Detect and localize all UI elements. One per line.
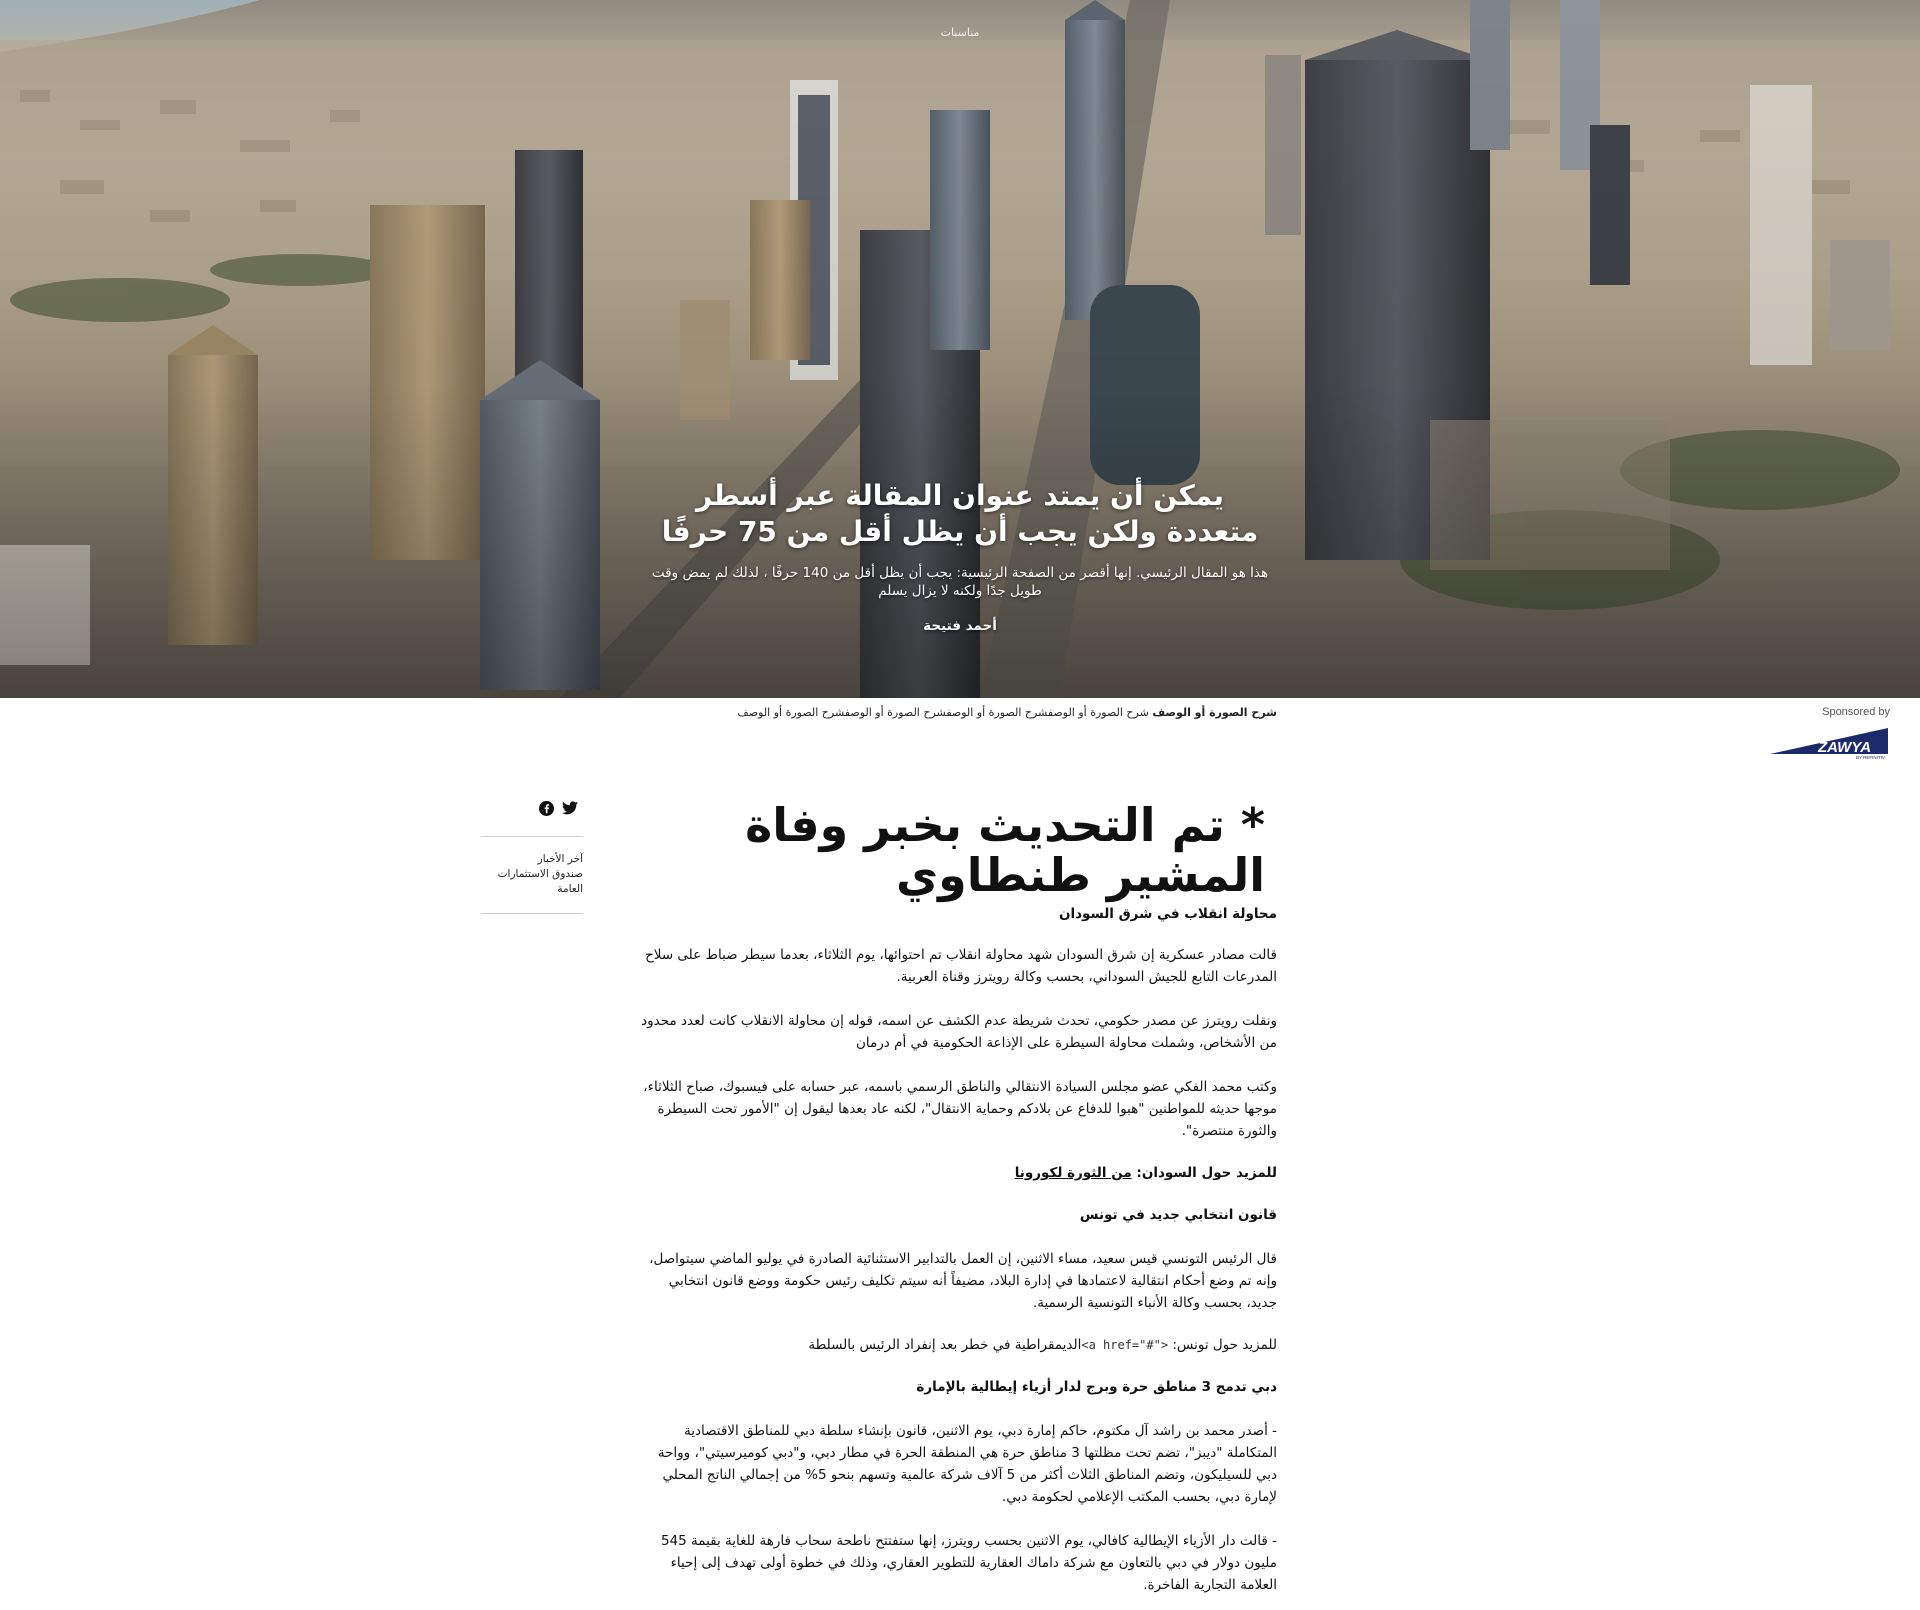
svg-text:ZAWYA: ZAWYA: [1817, 739, 1871, 756]
hero-author[interactable]: أحمد فتيحة: [640, 618, 1280, 634]
article-body: * تم التحديث بخبر وفاة المشير طنطاوي محا…: [640, 800, 1277, 1596]
more-label: للمزيد حول تونس:: [1168, 1337, 1277, 1353]
article-paragraph: ونقلت رويترز عن مصدر حكومي، تحدث شريطة ع…: [641, 1013, 1277, 1051]
tag-link-pif[interactable]: صندوق الاستثمارات العامة: [481, 867, 583, 897]
share-buttons: [538, 800, 578, 816]
article-paragraph: - أصدر محمد بن راشد آل مكتوم، حاكم إمارة…: [657, 1423, 1277, 1505]
section-heading-tunisia: قانون انتخابي جديد في تونس: [1079, 1207, 1277, 1223]
article-subheading: محاولة انقلاب في شرق السودان: [1058, 906, 1277, 922]
hero-image: مناسبات يمكن أن يمتد عنوان المقالة عبر أ…: [0, 0, 1920, 698]
hero-title[interactable]: يمكن أن يمتد عنوان المقالة عبر أسطر متعد…: [640, 478, 1280, 550]
more-about-tunisia: للمزيد حول تونس: <a href="#">الديمقراطية…: [640, 1334, 1277, 1356]
sponsor-block: Sponsored by ZAWYA BY REFINITIV: [1760, 706, 1890, 764]
section-heading-dubai: دبي تدمج 3 مناطق حرة وبرج لدار أزياء إيط…: [916, 1379, 1277, 1395]
hero-dek: هذا هو المقال الرئيسي. إنها أقصر من الصف…: [651, 565, 1269, 599]
zawya-logo[interactable]: ZAWYA BY REFINITIV: [1760, 724, 1890, 764]
sponsor-label: Sponsored by: [1822, 706, 1890, 718]
article-paragraph: قالت مصادر عسكرية إن شرق السودان شهد محا…: [645, 947, 1277, 985]
image-caption: شرح الصورة أو الوصف شرح الصورة أو الوصفش…: [560, 706, 1277, 719]
caption-bold: شرح الصورة أو الوصف: [1152, 706, 1277, 719]
article-paragraph: قال الرئيس التونسي قيس سعيد، مساء الاثني…: [649, 1251, 1277, 1311]
zawya-logo-icon: ZAWYA BY REFINITIV: [1770, 728, 1888, 760]
tag-link-latest-news[interactable]: آخر الأخبار: [481, 852, 583, 867]
article-title: * تم التحديث بخبر وفاة المشير طنطاوي: [745, 798, 1265, 902]
facebook-icon[interactable]: [538, 800, 554, 816]
svg-text:BY REFINITIV: BY REFINITIV: [1856, 755, 1885, 760]
article-paragraph: وكتب محمد الفكي عضو مجلس السيادة الانتقا…: [643, 1079, 1277, 1139]
raw-markup-text: <a href="#">: [1081, 1338, 1169, 1352]
hero-text-block: يمكن أن يمتد عنوان المقالة عبر أسطر متعد…: [640, 478, 1280, 634]
caption-rest: شرح الصورة أو الوصفشرح الصورة أو الوصفشر…: [737, 706, 1153, 719]
article-paragraph: - قالت دار الأزياء الإيطالية كافالي، يوم…: [660, 1533, 1277, 1593]
more-about-sudan: للمزيد حول السودان: من الثورة لكورونا: [640, 1162, 1277, 1184]
tunisia-link-text: الديمقراطية في خطر بعد إنفراد الرئيس بال…: [808, 1337, 1082, 1353]
more-label: للمزيد حول السودان:: [1131, 1165, 1277, 1181]
hero-eyebrow: مناسبات: [940, 26, 980, 39]
related-tags: آخر الأخبار صندوق الاستثمارات العامة: [481, 836, 583, 914]
twitter-icon[interactable]: [562, 800, 578, 816]
sudan-link[interactable]: من الثورة لكورونا: [1015, 1165, 1132, 1181]
